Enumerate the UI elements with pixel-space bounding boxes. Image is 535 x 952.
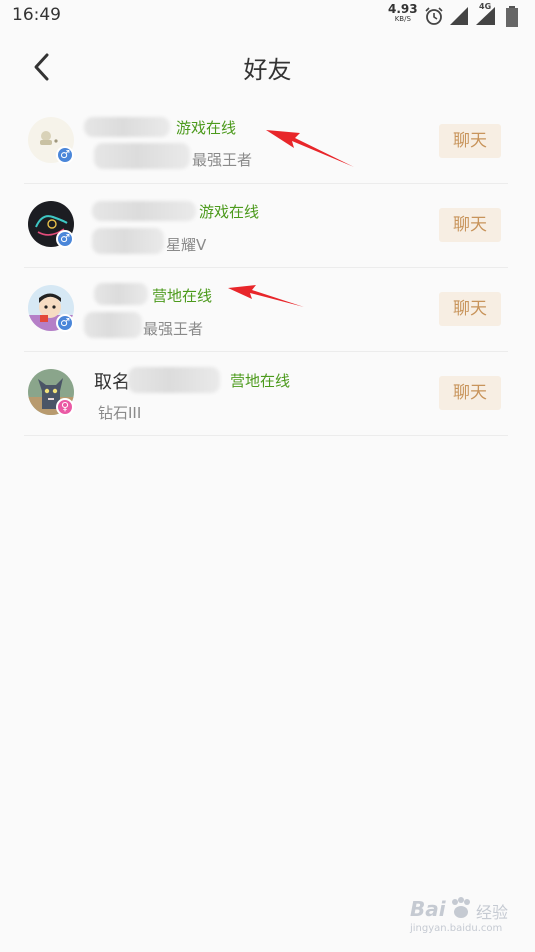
online-status: 游戏在线 xyxy=(176,119,237,137)
name-redacted xyxy=(84,312,142,338)
name-redacted xyxy=(84,117,170,137)
network-type-label: 4G xyxy=(479,2,492,11)
name-redacted xyxy=(94,143,190,169)
rank-label: 钻石III xyxy=(98,404,142,422)
battery-icon xyxy=(506,6,518,27)
chat-button[interactable]: 聊天 xyxy=(439,208,501,242)
clock: 16:49 xyxy=(12,5,61,25)
chat-button[interactable]: 聊天 xyxy=(439,124,501,158)
online-status: 游戏在线 xyxy=(199,203,260,221)
page-title: 好友 xyxy=(243,56,292,84)
chat-button[interactable]: 聊天 xyxy=(439,292,501,326)
cell-signal-4g-icon: 4G xyxy=(474,2,498,26)
watermark-url: jingyan.baidu.com xyxy=(410,923,503,934)
male-gender-icon: ♂ xyxy=(56,230,74,248)
network-speed-unit: KB/S xyxy=(394,15,411,23)
annotation-arrow-icon xyxy=(228,285,304,307)
alarm-icon xyxy=(425,7,443,25)
rank-label: 最强王者 xyxy=(192,151,253,169)
watermark-logo: Bai 经验 jingyan.baidu.com xyxy=(410,893,522,939)
male-gender-icon: ♂ xyxy=(56,146,74,164)
watermark-suffix: 经验 xyxy=(476,903,509,922)
watermark-brand: Bai xyxy=(410,897,446,921)
friend-row[interactable]: ♂ 游戏在线 星耀V 聊天 xyxy=(24,184,508,268)
online-status: 营地在线 xyxy=(230,372,291,390)
name-redacted xyxy=(92,201,196,221)
friend-row[interactable]: ♀ 取名 营地在线 钻石III 聊天 xyxy=(24,352,508,436)
rank-label: 最强王者 xyxy=(143,320,204,338)
network-speed-value: 4.93 xyxy=(388,2,418,16)
male-gender-icon: ♂ xyxy=(56,314,74,332)
rank-label: 星耀V xyxy=(166,236,207,254)
online-status: 营地在线 xyxy=(152,287,213,305)
cell-signal-icon xyxy=(450,7,468,25)
chat-button[interactable]: 聊天 xyxy=(439,376,501,410)
name-redacted xyxy=(94,283,148,305)
name-redacted xyxy=(92,228,164,254)
network-speed: 4.93 KB/S xyxy=(388,3,418,23)
status-bar: 16:49 4.93 KB/S 4G xyxy=(0,0,535,32)
annotation-arrow-icon xyxy=(266,130,354,167)
name-redacted xyxy=(128,367,220,393)
female-gender-icon: ♀ xyxy=(56,398,74,416)
header: 好友 xyxy=(0,36,535,96)
friend-name: 取名 xyxy=(94,372,130,393)
paw-icon xyxy=(452,897,470,918)
